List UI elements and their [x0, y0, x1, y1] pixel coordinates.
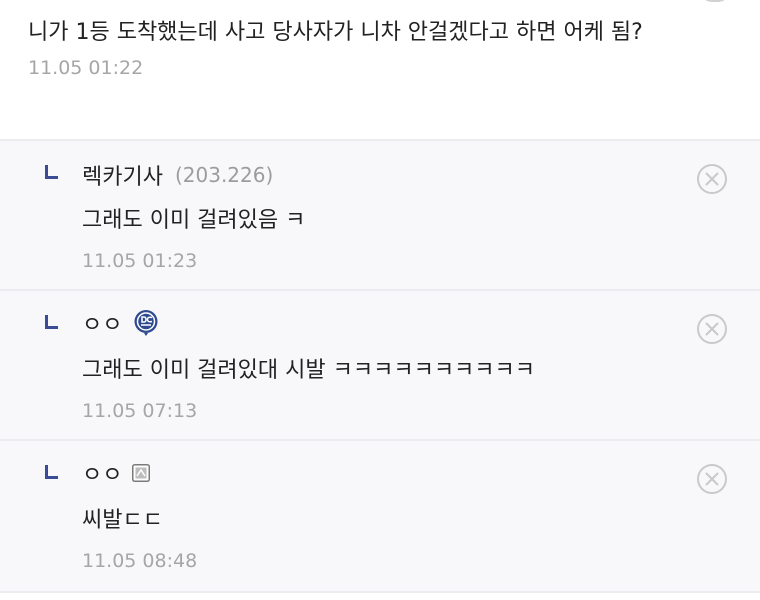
- gallog-dc-icon[interactable]: [132, 309, 160, 337]
- reply-header: 렉카기사 (203.226): [82, 160, 273, 190]
- comment-list: 니가 1등 도착했는데 사고 당사자가 니차 안걸겠다고 하면 어케 됨? 11…: [0, 0, 760, 600]
- parent-comment-time: 11.05 01:22: [28, 57, 144, 79]
- delete-comment-icon[interactable]: [696, 163, 728, 195]
- reply-item: 렉카기사 (203.226) 그래도 이미 걸려있음 ㅋ 11.05 01:23: [0, 141, 760, 289]
- reply-text: 씨발ㄷㄷ: [82, 508, 163, 533]
- reply-header: ㅇㅇ: [82, 457, 151, 489]
- reply-item: ㅇㅇ 그래도 이미 걸려있대 시발 ㅋㅋㅋㅋㅋㅋㅋㅋㅋㅋ 11.05 07:13: [0, 291, 760, 439]
- reply-nickname[interactable]: ㅇㅇ: [82, 307, 122, 339]
- delete-comment-icon[interactable]: [696, 463, 728, 495]
- reply-time: 11.05 08:48: [82, 550, 198, 572]
- delete-comment-icon[interactable]: [696, 313, 728, 345]
- parent-comment-text: 니가 1등 도착했는데 사고 당사자가 니차 안걸겠다고 하면 어케 됨?: [28, 20, 643, 45]
- reply-header: ㅇㅇ: [82, 308, 160, 338]
- reply-text: 그래도 이미 걸려있대 시발 ㅋㅋㅋㅋㅋㅋㅋㅋㅋㅋ: [82, 358, 536, 383]
- parent-comment: 니가 1등 도착했는데 사고 당사자가 니차 안걸겠다고 하면 어케 됨? 11…: [0, 0, 760, 139]
- reply-item: ㅇㅇ 씨발ㄷㄷ 11.05 08:48: [0, 441, 760, 591]
- reply-arrow-icon: [45, 165, 58, 179]
- fixed-nick-icon[interactable]: [132, 464, 151, 482]
- reply-nickname[interactable]: 렉카기사: [82, 159, 163, 191]
- reply-arrow-icon: [45, 315, 58, 329]
- reply-arrow-icon: [45, 465, 58, 479]
- reply-nickname[interactable]: ㅇㅇ: [82, 457, 122, 489]
- divider: [0, 591, 760, 593]
- reply-time: 11.05 01:23: [82, 250, 198, 272]
- reply-ip: (203.226): [174, 163, 274, 187]
- reply-text: 그래도 이미 걸려있음 ㅋ: [82, 208, 306, 233]
- reply-time: 11.05 07:13: [82, 400, 198, 422]
